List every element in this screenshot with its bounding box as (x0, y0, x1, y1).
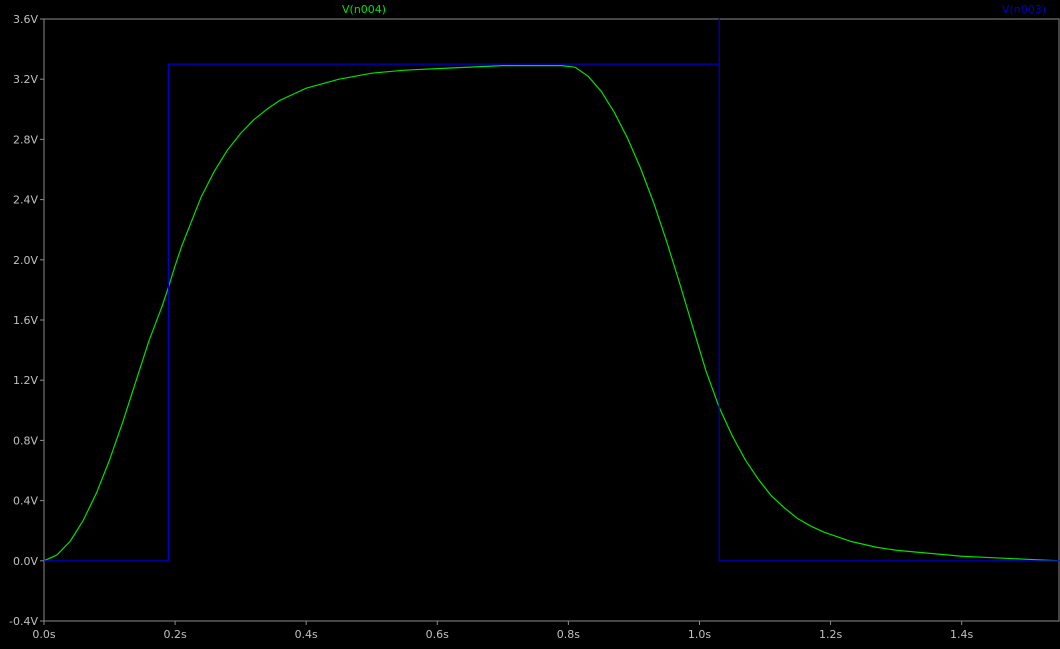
y-tick-label: -0.4V (9, 615, 38, 628)
x-tick-label: 1.2s (819, 628, 842, 641)
waveform-plot[interactable]: 3.6V 3.2V 2.8V 2.4V 2.0V 1.6V 1.2V 0.8V 0.4V 0.0V… (0, 0, 1060, 645)
plot-background (0, 0, 1060, 645)
y-tick-label: 2.0V (13, 254, 38, 267)
x-tick-label: 0.2s (163, 628, 186, 641)
y-tick-label: 0.4V (13, 495, 38, 508)
y-tick-label: 1.2V (13, 374, 38, 387)
y-tick-label: 3.6V (13, 13, 38, 26)
legend-label-vn004[interactable]: V(n004) (342, 3, 386, 16)
y-tick-label: 2.4V (13, 194, 38, 207)
y-tick-label: 0.8V (13, 434, 38, 447)
x-tick-label: 0.4s (295, 628, 318, 641)
x-tick-label: 1.4s (950, 628, 973, 641)
x-tick-label: 0.8s (557, 628, 580, 641)
x-tick-label: 0.6s (426, 628, 449, 641)
y-tick-label: 3.2V (13, 73, 38, 86)
plot-canvas[interactable]: 3.6V 3.2V 2.8V 2.4V 2.0V 1.6V 1.2V 0.8V 0.4V 0.0V… (0, 0, 1060, 645)
x-tick-label: 1.0s (688, 628, 711, 641)
legend-label-vn003[interactable]: V(n003) (1002, 3, 1046, 16)
y-tick-label: 0.0V (13, 555, 38, 568)
y-tick-label: 1.6V (13, 314, 38, 327)
y-tick-label: 2.8V (13, 133, 38, 146)
x-tick-label: 0.0s (32, 628, 55, 641)
